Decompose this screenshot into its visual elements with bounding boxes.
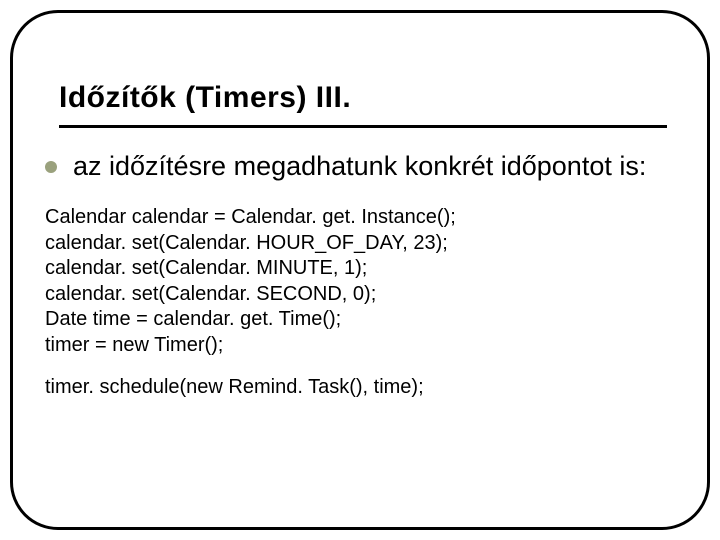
code-line: timer = new Timer(); (45, 333, 667, 359)
code-block: Calendar calendar = Calendar. get. Insta… (45, 205, 667, 400)
code-line: calendar. set(Calendar. MINUTE, 1); (45, 256, 667, 282)
bullet-icon (45, 161, 57, 173)
slide-frame: Időzítők (Timers) III. az időzítésre meg… (10, 10, 710, 530)
code-line: calendar. set(Calendar. HOUR_OF_DAY, 23)… (45, 231, 667, 257)
slide: Időzítők (Timers) III. az időzítésre meg… (0, 0, 720, 540)
code-line: Calendar calendar = Calendar. get. Insta… (45, 205, 667, 231)
slide-title: Időzítők (Timers) III. (59, 81, 667, 115)
slide-body: az időzítésre megadhatunk konkrét időpon… (53, 150, 667, 400)
code-line: calendar. set(Calendar. SECOND, 0); (45, 282, 667, 308)
title-underline (59, 125, 667, 128)
bullet-item: az időzítésre megadhatunk konkrét időpon… (45, 150, 667, 183)
code-gap (45, 359, 667, 375)
title-block: Időzítők (Timers) III. (59, 81, 667, 128)
code-line: Date time = calendar. get. Time(); (45, 307, 667, 333)
code-line: timer. schedule(new Remind. Task(), time… (45, 375, 667, 401)
bullet-text: az időzítésre megadhatunk konkrét időpon… (73, 150, 646, 183)
